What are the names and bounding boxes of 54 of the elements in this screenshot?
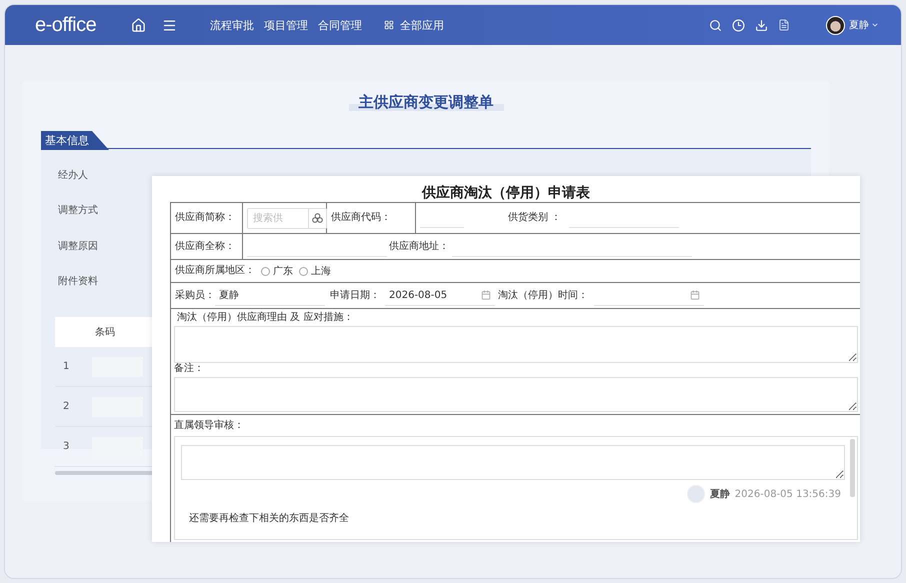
search-icon[interactable] — [709, 18, 722, 32]
form-title: 主供应商变更调整单 — [348, 93, 504, 111]
user-name[interactable]: 夏静 — [849, 18, 869, 32]
grid-icon[interactable] — [384, 20, 394, 30]
row-number: 2 — [63, 401, 70, 412]
row-number: 3 — [63, 441, 70, 452]
section-tab[interactable]: 基本信息 — [41, 131, 109, 150]
comment-user: 夏静 — [710, 488, 730, 501]
logo: e-office — [35, 14, 98, 36]
radio-option[interactable]: 上海 — [299, 264, 331, 278]
field-label: 备注： — [174, 363, 204, 375]
avatar[interactable] — [826, 16, 845, 34]
avatar — [686, 485, 705, 503]
field-label: 供应商所属地区： — [175, 265, 255, 277]
clock-icon[interactable] — [732, 18, 745, 32]
nav-link[interactable]: 合同管理 — [318, 18, 362, 32]
document-icon[interactable] — [778, 19, 790, 31]
text-area[interactable] — [174, 377, 858, 412]
cluster-icon — [312, 213, 323, 223]
text-area[interactable] — [174, 326, 858, 363]
calendar-icon[interactable] — [481, 290, 491, 300]
download-icon[interactable] — [755, 18, 768, 32]
search-button[interactable] — [308, 208, 326, 228]
field-label: 供货类别 ： — [508, 212, 562, 224]
field-label: 申请日期： — [330, 290, 380, 302]
nav-link[interactable]: 全部应用 — [400, 18, 444, 32]
field-label: 供应商简称： — [175, 212, 235, 224]
nav-link[interactable]: 流程审批 — [210, 18, 254, 32]
comment-text: 还需要再检查下相关的东西是否齐全 — [189, 513, 350, 525]
field-label: 淘汰（停用）供应商理由 及 应对措施： — [177, 312, 354, 324]
menu-icon[interactable] — [162, 18, 177, 32]
comment-time: 2026-08-05 13:56:39 — [734, 488, 841, 500]
field-label: 附件资料 — [58, 274, 98, 288]
caret-icon[interactable] — [871, 21, 879, 29]
field-label: 采购员： — [175, 290, 215, 302]
nav-link[interactable]: 项目管理 — [264, 18, 308, 32]
field-label: 供应商代码： — [331, 212, 391, 224]
field-label: 调整方式 — [58, 204, 98, 218]
home-icon[interactable] — [131, 18, 146, 32]
field-label: 供应商全称： — [175, 240, 235, 252]
field-label: 调整原因 — [58, 240, 98, 253]
field-label: 经办人 — [58, 168, 88, 182]
radio-option[interactable]: 广东 — [261, 264, 293, 278]
scrollbar[interactable] — [850, 439, 855, 497]
search-field[interactable]: 搜索供 — [247, 208, 327, 228]
dialog-title: 供应商淘汰（停用）申请表 — [422, 184, 590, 202]
row-number: 1 — [63, 361, 70, 372]
calendar-icon[interactable] — [690, 290, 700, 300]
field-label: 直属领导审核： — [174, 420, 244, 432]
field-label: 供应商地址： — [389, 240, 449, 252]
field-label: 淘汰（停用）时间： — [498, 290, 588, 302]
text-area[interactable] — [181, 445, 845, 480]
input-field[interactable]: 夏静 — [215, 286, 325, 306]
date-field[interactable]: 2026-08-05 — [385, 286, 495, 306]
